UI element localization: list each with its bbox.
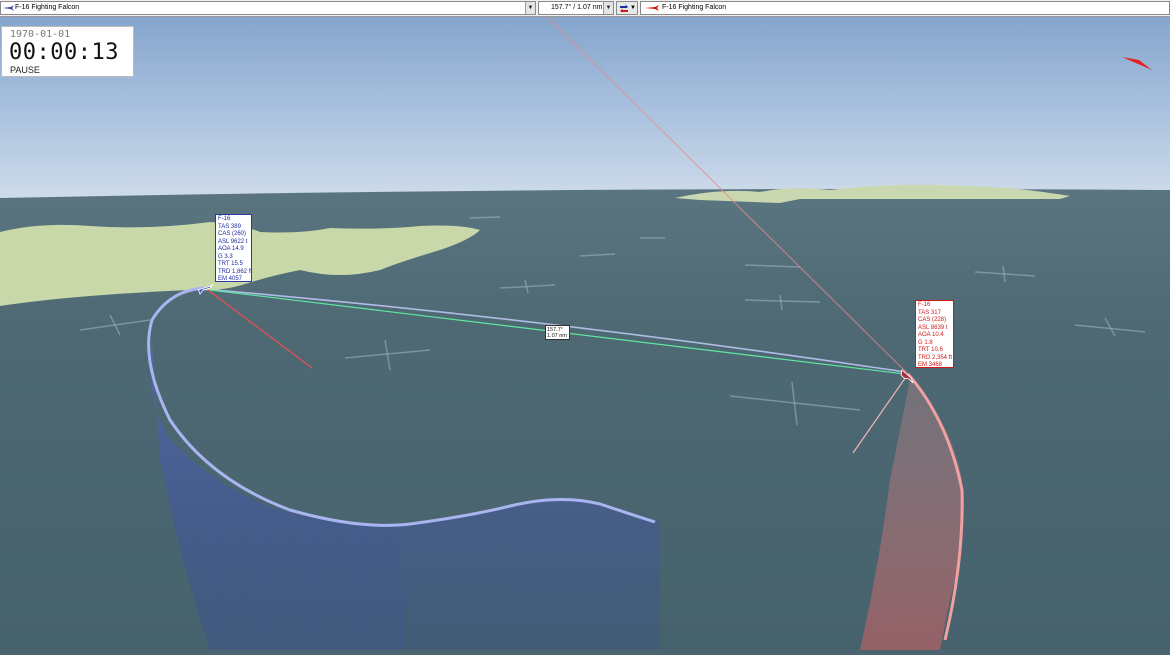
info-line: TAS 389 <box>218 223 241 230</box>
playback-state: PAUSE <box>10 65 40 75</box>
scene-svg <box>0 0 1170 650</box>
right-aircraft-label: F-16 Fighting Falcon <box>662 4 727 11</box>
chevron-down-icon[interactable]: ▼ <box>603 2 613 14</box>
left-aircraft-label: F-16 Fighting Falcon <box>15 4 80 11</box>
3d-viewport[interactable] <box>0 0 1170 650</box>
info-line: F-16 <box>218 216 231 222</box>
info-line: CAS (260) <box>218 231 247 237</box>
measurement-label: 157.7° / 1.07 nm <box>551 4 603 11</box>
info-line: EM 3468 <box>918 362 943 368</box>
measurement-select[interactable]: 157.7° / 1.07 nm ▼ <box>538 1 614 15</box>
info-line: TRD 2,354 ft <box>918 354 953 361</box>
left-aircraft-select[interactable]: F-16 Fighting Falcon ▼ <box>0 1 536 15</box>
chevron-down-icon[interactable]: ▼ <box>525 2 535 14</box>
info-line: CAS (228) <box>918 317 947 323</box>
info-line: ASL 8639 t <box>918 324 948 331</box>
info-line: TRT 10.6 <box>918 347 943 353</box>
sim-date: 1970-01-01 <box>10 29 71 40</box>
range-label: 157.7° 1.07 nm <box>545 325 570 340</box>
info-line: AOA 10.4 <box>918 332 944 338</box>
swap-icon <box>620 4 628 13</box>
blue-aircraft-info-box: F-16 TAS 389 CAS (260) ASL 9622 t AOA 14… <box>215 214 252 282</box>
toolbar: F-16 Fighting Falcon ▼ 157.7° / 1.07 nm … <box>0 0 1170 17</box>
sim-clock: 1970-01-01 00:00:13 PAUSE <box>1 26 134 77</box>
red-plane-icon <box>645 5 659 11</box>
range-distance: 1.07 nm <box>547 333 567 339</box>
info-line: EM 4057 <box>218 276 243 282</box>
sky <box>0 0 1170 200</box>
chevron-down-icon[interactable]: ▼ <box>630 3 636 13</box>
sim-time: 00:00:13 <box>9 40 119 65</box>
right-aircraft-select[interactable]: F-16 Fighting Falcon <box>640 1 1170 15</box>
info-line: AOA 14.9 <box>218 246 244 252</box>
blue-plane-icon <box>3 5 14 11</box>
swap-aircraft-button[interactable]: ▼ <box>616 1 638 15</box>
info-line: G 3.3 <box>218 253 233 260</box>
info-line: TAS 317 <box>918 309 941 316</box>
info-line: F-16 <box>918 302 931 308</box>
info-line: G 1.8 <box>918 339 933 346</box>
red-aircraft-info-box: F-16 TAS 317 CAS (228) ASL 8639 t AOA 10… <box>915 300 954 368</box>
info-line: TRT 15.5 <box>218 261 243 267</box>
info-line: TRD 1,862 ft <box>218 268 253 275</box>
info-line: ASL 9622 t <box>218 238 248 245</box>
